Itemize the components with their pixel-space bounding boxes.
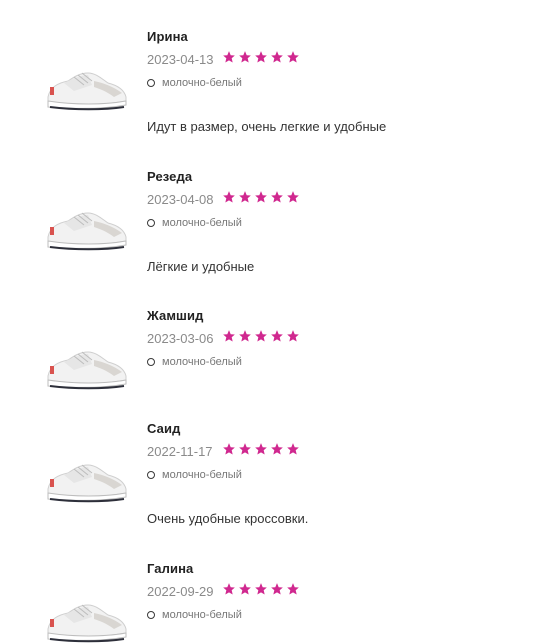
- color-variant-label: молочно-белый: [162, 609, 242, 621]
- star-icon: [239, 191, 251, 203]
- sneaker-image: [47, 604, 127, 643]
- star-icon: [239, 443, 251, 455]
- star-icon: [255, 51, 267, 63]
- product-thumbnail[interactable]: [44, 67, 128, 111]
- color-dot-icon: [147, 611, 155, 619]
- star-icon: [255, 330, 267, 342]
- star-icon: [287, 443, 299, 455]
- star-icon: [223, 330, 235, 342]
- color-dot-icon: [147, 358, 155, 366]
- sneaker-image: [47, 351, 127, 390]
- review-text: Идут в размер, очень легкие и удобные: [147, 119, 387, 134]
- color-variant: молочно-белый: [147, 356, 242, 368]
- star-icon: [287, 583, 299, 595]
- star-icon: [271, 443, 283, 455]
- product-thumbnail[interactable]: [44, 346, 128, 390]
- star-icon: [255, 191, 267, 203]
- review-date: 2023-03-06: [147, 331, 214, 346]
- review-author: Резеда: [147, 169, 193, 184]
- product-thumbnail[interactable]: [44, 207, 128, 251]
- star-icon: [255, 443, 267, 455]
- star-icon: [223, 443, 235, 455]
- color-variant-label: молочно-белый: [162, 356, 242, 368]
- star-icon: [239, 330, 251, 342]
- star-icon: [287, 191, 299, 203]
- star-icon: [255, 583, 267, 595]
- star-icon: [287, 51, 299, 63]
- review-text: Очень удобные кроссовки.: [147, 511, 309, 526]
- review-author: Ирина: [147, 29, 188, 44]
- star-icon: [271, 51, 283, 63]
- color-variant: молочно-белый: [147, 77, 242, 89]
- star-icon: [223, 191, 235, 203]
- star-rating: [222, 442, 300, 456]
- product-thumbnail[interactable]: [44, 599, 128, 643]
- color-dot-icon: [147, 79, 155, 87]
- review-text: Лёгкие и удобные: [147, 259, 255, 274]
- star-icon: [287, 330, 299, 342]
- color-variant-label: молочно-белый: [162, 217, 242, 229]
- star-icon: [223, 51, 235, 63]
- review-date: 2023-04-13: [147, 52, 214, 67]
- star-rating: [222, 582, 300, 596]
- star-rating: [222, 190, 300, 204]
- star-rating: [222, 50, 300, 64]
- color-variant: молочно-белый: [147, 609, 242, 621]
- review-author: Саид: [147, 421, 181, 436]
- star-icon: [239, 51, 251, 63]
- star-icon: [271, 330, 283, 342]
- color-variant-label: молочно-белый: [162, 77, 242, 89]
- sneaker-image: [47, 464, 127, 503]
- reviews-list: Ирина 2023-04-13 молочно-белый Идут в ра…: [0, 0, 540, 643]
- color-dot-icon: [147, 219, 155, 227]
- color-dot-icon: [147, 471, 155, 479]
- review-date: 2022-11-17: [147, 444, 213, 459]
- product-thumbnail[interactable]: [44, 459, 128, 503]
- sneaker-image: [47, 72, 127, 111]
- star-icon: [271, 583, 283, 595]
- star-rating: [222, 329, 300, 343]
- star-icon: [223, 583, 235, 595]
- sneaker-image: [47, 212, 127, 251]
- star-icon: [239, 583, 251, 595]
- color-variant: молочно-белый: [147, 217, 242, 229]
- color-variant: молочно-белый: [147, 469, 242, 481]
- color-variant-label: молочно-белый: [162, 469, 242, 481]
- star-icon: [271, 191, 283, 203]
- review-date: 2022-09-29: [147, 584, 214, 599]
- review-author: Жамшид: [147, 308, 204, 323]
- review-date: 2023-04-08: [147, 192, 214, 207]
- review-author: Галина: [147, 561, 194, 576]
